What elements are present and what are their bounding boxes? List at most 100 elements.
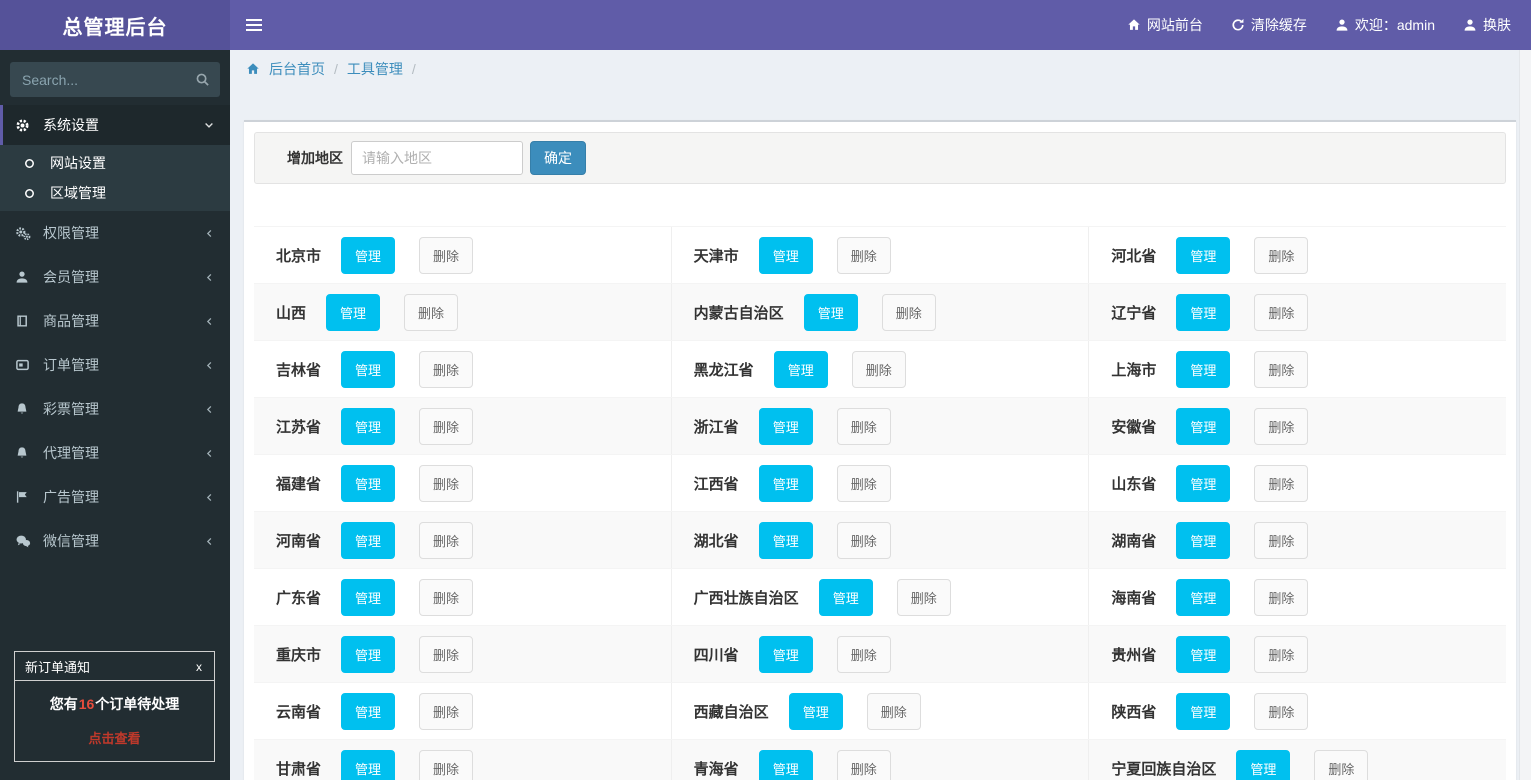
delete-button[interactable]: 删除 [1314, 749, 1369, 780]
search-input[interactable] [22, 71, 191, 88]
navbar-item-site-front[interactable]: 网站前台 [1113, 0, 1217, 50]
sidebar-item-product-management[interactable]: 商品管理 [0, 299, 230, 343]
delete-button[interactable]: 删除 [1254, 464, 1309, 502]
delete-button[interactable]: 删除 [1254, 521, 1309, 559]
manage-button[interactable]: 管理 [758, 407, 813, 445]
breadcrumb-link-tools-management[interactable]: 工具管理 [347, 59, 403, 79]
region-cell: 宁夏回族自治区 管理 删除 [1088, 740, 1506, 780]
close-icon[interactable]: x [194, 660, 204, 674]
delete-button[interactable]: 删除 [404, 293, 459, 331]
app-logo[interactable]: 总管理后台 [0, 0, 230, 50]
view-orders-link[interactable]: 点击查看 [15, 714, 214, 761]
delete-button[interactable]: 删除 [836, 464, 891, 502]
manage-button[interactable]: 管理 [341, 578, 396, 616]
sidebar-item-ad-management[interactable]: 广告管理 [0, 475, 230, 519]
manage-button[interactable]: 管理 [1236, 749, 1291, 780]
delete-button[interactable]: 删除 [419, 236, 474, 274]
delete-button[interactable]: 删除 [419, 635, 474, 673]
search-icon[interactable] [191, 68, 214, 91]
delete-button[interactable]: 删除 [1254, 692, 1309, 730]
delete-button[interactable]: 删除 [836, 749, 891, 780]
manage-button[interactable]: 管理 [788, 692, 843, 730]
breadcrumb-home-icon[interactable] [246, 62, 260, 76]
region-cell: 安徽省 管理 删除 [1088, 398, 1506, 454]
sidebar-item-wechat-management[interactable]: 微信管理 [0, 519, 230, 563]
delete-button[interactable]: 删除 [419, 578, 474, 616]
navbar-item-label: 换肤 [1483, 17, 1511, 33]
breadcrumb-link-backend-home[interactable]: 后台首页 [269, 59, 325, 79]
delete-button[interactable]: 删除 [1254, 635, 1309, 673]
delete-button[interactable]: 删除 [851, 350, 906, 388]
delete-button[interactable]: 删除 [419, 692, 474, 730]
delete-button[interactable]: 删除 [419, 521, 474, 559]
delete-button[interactable]: 删除 [836, 521, 891, 559]
manage-button[interactable]: 管理 [1176, 350, 1231, 388]
confirm-button[interactable]: 确定 [530, 141, 586, 175]
delete-button[interactable]: 删除 [419, 749, 474, 780]
manage-button[interactable]: 管理 [1176, 464, 1231, 502]
region-name: 吉林省 [276, 361, 322, 379]
manage-button[interactable]: 管理 [1176, 635, 1231, 673]
delete-button[interactable]: 删除 [896, 578, 951, 616]
manage-button[interactable]: 管理 [758, 464, 813, 502]
user-icon [1463, 18, 1477, 32]
delete-button[interactable]: 删除 [866, 692, 921, 730]
delete-button[interactable]: 删除 [836, 236, 891, 274]
region-name: 安徽省 [1111, 418, 1157, 436]
sidebar-item-region-management[interactable]: 区域管理 [0, 178, 230, 208]
delete-button[interactable]: 删除 [419, 350, 474, 388]
region-cell: 西藏自治区 管理 删除 [670, 683, 1089, 739]
manage-button[interactable]: 管理 [758, 749, 813, 780]
manage-button[interactable]: 管理 [341, 407, 396, 445]
manage-button[interactable]: 管理 [1176, 578, 1231, 616]
manage-button[interactable]: 管理 [818, 578, 873, 616]
manage-button[interactable]: 管理 [341, 635, 396, 673]
manage-button[interactable]: 管理 [341, 692, 396, 730]
region-cell: 陕西省 管理 删除 [1088, 683, 1506, 739]
manage-button[interactable]: 管理 [1176, 293, 1231, 331]
delete-button[interactable]: 删除 [836, 635, 891, 673]
manage-button[interactable]: 管理 [1176, 521, 1231, 559]
manage-button[interactable]: 管理 [1176, 692, 1231, 730]
manage-button[interactable]: 管理 [758, 521, 813, 559]
manage-button[interactable]: 管理 [1176, 407, 1231, 445]
sidebar-item-system-settings[interactable]: 系统设置 [0, 105, 230, 145]
sidebar-submenu: 网站设置 区域管理 [0, 145, 230, 211]
navbar-item-change-skin[interactable]: 换肤 [1449, 0, 1525, 50]
sidebar-item-permission-management[interactable]: 权限管理 [0, 211, 230, 255]
scrollbar[interactable] [1519, 50, 1531, 780]
sidebar-item-agent-management[interactable]: 代理管理 [0, 431, 230, 475]
sidebar-item-member-management[interactable]: 会员管理 [0, 255, 230, 299]
manage-button[interactable]: 管理 [326, 293, 381, 331]
manage-button[interactable]: 管理 [341, 236, 396, 274]
manage-button[interactable]: 管理 [758, 236, 813, 274]
manage-button[interactable]: 管理 [341, 464, 396, 502]
manage-button[interactable]: 管理 [803, 293, 858, 331]
manage-button[interactable]: 管理 [1176, 236, 1231, 274]
region-name: 上海市 [1111, 361, 1157, 379]
delete-button[interactable]: 删除 [1254, 293, 1309, 331]
navbar-item-clear-cache[interactable]: 清除缓存 [1217, 0, 1321, 50]
region-name-input[interactable] [351, 141, 523, 175]
manage-button[interactable]: 管理 [758, 635, 813, 673]
manage-button[interactable]: 管理 [341, 521, 396, 559]
sidebar-item-lottery-management[interactable]: 彩票管理 [0, 387, 230, 431]
navbar-item-welcome[interactable]: 欢迎：admin [1321, 0, 1449, 50]
delete-button[interactable]: 删除 [419, 464, 474, 502]
sidebar-item-order-management[interactable]: 订单管理 [0, 343, 230, 387]
delete-button[interactable]: 删除 [881, 293, 936, 331]
manage-button[interactable]: 管理 [341, 749, 396, 780]
manage-button[interactable]: 管理 [773, 350, 828, 388]
sidebar-item-site-settings[interactable]: 网站设置 [0, 148, 230, 178]
manage-button[interactable]: 管理 [341, 350, 396, 388]
bell-icon [15, 446, 35, 460]
delete-button[interactable]: 删除 [419, 407, 474, 445]
delete-button[interactable]: 删除 [1254, 407, 1309, 445]
delete-button[interactable]: 删除 [1254, 578, 1309, 616]
delete-button[interactable]: 删除 [1254, 236, 1309, 274]
region-name: 内蒙古自治区 [693, 304, 784, 322]
delete-button[interactable]: 删除 [836, 407, 891, 445]
delete-button[interactable]: 删除 [1254, 350, 1309, 388]
sidebar-toggle-icon[interactable] [230, 0, 278, 50]
sidebar-item-label: 微信管理 [43, 533, 99, 549]
